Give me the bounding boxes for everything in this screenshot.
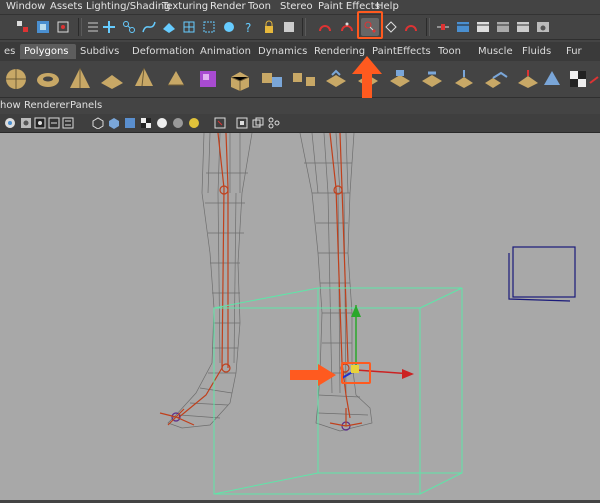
panel-menu-bar: how Renderer Panels <box>0 98 600 114</box>
tab-subdivs[interactable]: Subdivs <box>76 44 123 59</box>
extract-icon[interactable] <box>322 65 350 93</box>
callout-arrow-up-icon <box>352 56 382 98</box>
uv-texture-editor-icon[interactable] <box>538 65 566 93</box>
grid-toggle-icon[interactable] <box>236 117 248 129</box>
panel-toolbar <box>0 114 600 133</box>
menu-stereo[interactable]: Stereo <box>280 1 313 12</box>
input-output-icon[interactable] <box>434 18 452 36</box>
bool-union-icon[interactable] <box>386 65 414 93</box>
shelf-tabs: es Polygons Subdivs Deformation Animatio… <box>0 42 600 61</box>
select-by-component-icon[interactable] <box>54 18 72 36</box>
menu-render[interactable]: Render <box>210 1 246 12</box>
snap-to-curve-icon[interactable] <box>338 18 356 36</box>
tab-fluids[interactable]: Fluids <box>518 44 555 59</box>
manipulator-callout-frame <box>341 362 371 384</box>
main-menu-bar: Window Assets Lighting/Shading Texturing… <box>0 0 600 15</box>
select-by-hierarchy-icon[interactable] <box>14 18 32 36</box>
perspective-viewport[interactable] <box>0 132 600 500</box>
poly-cone-icon[interactable] <box>66 65 94 93</box>
poly-cube-purple-icon[interactable] <box>194 65 222 93</box>
smooth-shading-icon[interactable] <box>20 117 32 129</box>
status-line-toolbar: ? <box>0 15 600 40</box>
select-deformations-icon[interactable] <box>180 18 198 36</box>
lock-selection-icon[interactable] <box>260 18 278 36</box>
select-by-object-icon[interactable] <box>34 18 52 36</box>
tab-general[interactable]: es <box>0 44 19 59</box>
select-joints-icon[interactable] <box>120 18 138 36</box>
menu-assets[interactable]: Assets <box>50 1 83 12</box>
select-surfaces-icon[interactable] <box>160 18 178 36</box>
menu-lighting-shading[interactable]: Lighting/Shading <box>86 1 170 12</box>
tab-animation[interactable]: Animation <box>196 44 255 59</box>
select-misc-icon[interactable]: ? <box>240 18 258 36</box>
toolbar-separator <box>302 18 306 36</box>
toolbar-separator <box>426 18 430 36</box>
yellow-sphere-icon[interactable] <box>188 117 200 129</box>
poly-pyramid-icon[interactable] <box>130 65 158 93</box>
tab-toon[interactable]: Toon <box>434 44 465 59</box>
default-material-icon[interactable] <box>124 117 136 129</box>
snap-to-point-icon[interactable] <box>382 18 400 36</box>
hypershade-icon[interactable] <box>534 18 552 36</box>
poly-torus-icon[interactable] <box>34 65 62 93</box>
ik-handle-tool-callout-frame <box>357 11 383 39</box>
panel-menu-panels[interactable]: Panels <box>70 100 102 111</box>
tab-muscle[interactable]: Muscle <box>474 44 517 59</box>
toolbar-separator <box>78 18 82 36</box>
callout-arrow-right-icon <box>290 364 336 386</box>
select-handles-icon[interactable] <box>100 18 118 36</box>
combine-icon[interactable] <box>258 65 286 93</box>
panel-menu-renderer[interactable]: Renderer <box>24 100 70 111</box>
light-sphere-icon[interactable] <box>156 117 168 129</box>
separate-icon[interactable] <box>290 65 318 93</box>
svg-text:?: ? <box>245 21 251 35</box>
menu-window[interactable]: Window <box>6 1 45 12</box>
isolate-select-icon[interactable] <box>92 117 104 130</box>
wireframe-shading-icon[interactable] <box>4 117 16 129</box>
gray-sphere-icon[interactable] <box>172 117 184 129</box>
bridge-icon[interactable] <box>482 65 510 93</box>
shelf-extra-icon[interactable] <box>586 65 600 93</box>
polygons-shelf <box>0 61 600 98</box>
resolution-gate-icon[interactable] <box>214 117 226 129</box>
render-current-frame-icon[interactable] <box>474 18 492 36</box>
poly-prism-icon[interactable] <box>162 65 190 93</box>
construction-history-icon[interactable] <box>454 18 472 36</box>
menu-texturing[interactable]: Texturing <box>162 1 208 12</box>
menu-toon[interactable]: Toon <box>248 1 271 12</box>
tab-deformation[interactable]: Deformation <box>128 44 198 59</box>
tab-polygons[interactable]: Polygons <box>20 44 76 59</box>
select-dynamics-icon[interactable] <box>200 18 218 36</box>
render-settings-icon[interactable] <box>514 18 532 36</box>
film-gate-icon[interactable] <box>252 117 264 129</box>
snap-to-surface-icon[interactable] <box>402 18 420 36</box>
poly-sphere-icon[interactable] <box>2 65 30 93</box>
snap-to-grid-icon[interactable] <box>316 18 334 36</box>
ipr-render-icon[interactable] <box>494 18 512 36</box>
poly-plane-icon[interactable] <box>98 65 126 93</box>
camera-frame <box>508 246 576 302</box>
poly-cube-icon[interactable] <box>226 65 254 93</box>
selection-bounding-box <box>213 287 463 495</box>
camera-attributes-icon[interactable] <box>268 117 280 129</box>
select-curves-icon[interactable] <box>140 18 158 36</box>
textured-icon[interactable] <box>34 117 46 129</box>
scene-view <box>159 132 576 495</box>
tab-fur[interactable]: Fur <box>562 44 586 59</box>
use-all-lights-icon[interactable] <box>48 117 60 129</box>
shadows-icon[interactable] <box>62 117 74 129</box>
panel-menu-show[interactable]: how <box>0 100 21 111</box>
bool-difference-icon[interactable] <box>418 65 446 93</box>
checker-display-icon[interactable] <box>140 117 152 129</box>
select-rendering-icon[interactable] <box>220 18 238 36</box>
highlight-selection-icon[interactable] <box>280 18 298 36</box>
xray-icon[interactable] <box>108 117 120 129</box>
tab-dynamics[interactable]: Dynamics <box>254 44 311 59</box>
left-leg-skeleton <box>159 132 231 426</box>
extrude-icon[interactable] <box>450 65 478 93</box>
